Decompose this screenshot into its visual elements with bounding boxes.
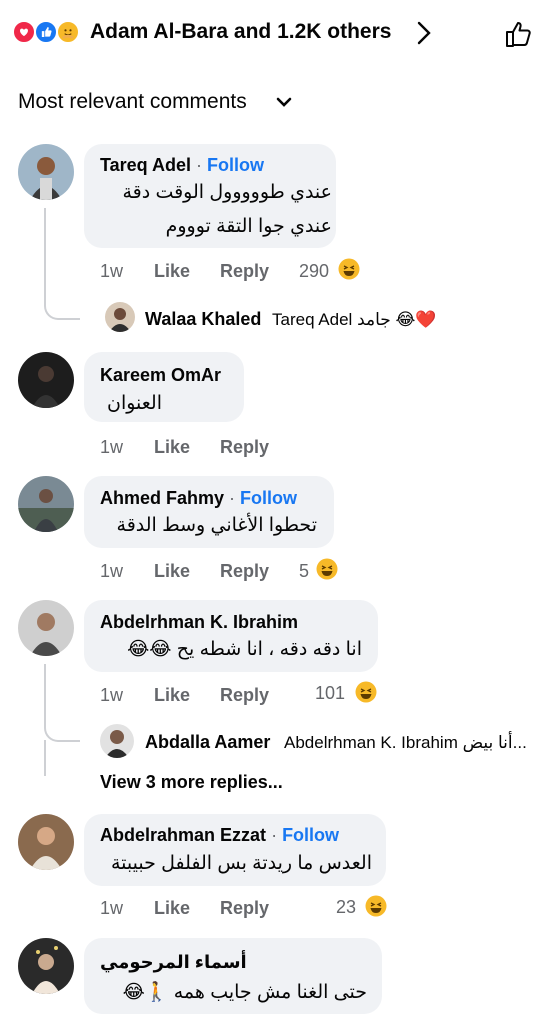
chevron-right-icon[interactable] (415, 20, 433, 46)
comment-time: 1w (100, 261, 124, 281)
love-reaction-icon (12, 20, 36, 44)
comment-author[interactable]: Ahmed Fahmy (100, 488, 224, 508)
comment-text-line: العدس ما ريدتة بس الفلفل حبيبتة (110, 853, 372, 874)
comment-text-line: العنوان (106, 393, 162, 414)
reply-button[interactable]: Reply (220, 437, 269, 458)
like-button[interactable]: Like (154, 437, 190, 458)
comment-time: 1w (100, 561, 124, 581)
comment-time: 1w (100, 898, 124, 918)
comment-time: 1w (100, 437, 124, 457)
comment-author[interactable]: Abdelrahman Ezzat (100, 825, 266, 845)
follow-button[interactable]: Follow (282, 825, 339, 845)
avatar[interactable] (18, 352, 74, 408)
view-more-replies-link[interactable]: View 3 more replies... (100, 772, 283, 793)
reply-button[interactable]: Reply (220, 898, 269, 919)
thread-line (44, 664, 80, 742)
avatar[interactable] (18, 814, 74, 870)
avatar[interactable] (105, 302, 135, 332)
reaction-count[interactable]: 101 (315, 683, 345, 704)
comment-author[interactable]: أسماء المرحومي (100, 952, 247, 973)
comment-time: 1w (100, 685, 124, 705)
like-reaction-icon (34, 20, 58, 44)
follow-button[interactable]: Follow (240, 488, 297, 508)
comment-text-line: عندي جوا التقة توووم (165, 216, 332, 237)
comment-text-line: تحطوا الأغاني وسط الدقة (116, 515, 317, 536)
avatar[interactable] (18, 476, 74, 532)
sort-comments-dropdown[interactable]: Most relevant comments (18, 90, 247, 114)
reply-button[interactable]: Reply (220, 561, 269, 582)
reaction-count[interactable]: 290 (299, 261, 329, 282)
care-reaction-icon (56, 20, 80, 44)
follow-button[interactable]: Follow (207, 155, 264, 175)
reactions-summary[interactable]: Adam Al-Bara and 1.2K others (90, 20, 391, 44)
avatar[interactable] (18, 600, 74, 656)
chevron-down-icon[interactable] (276, 93, 292, 111)
comment-author[interactable]: Tareq Adel (100, 155, 191, 175)
reply-text: Abdelrhman K. Ibrahim أنا بيض... (284, 733, 527, 752)
comment-text-line: انا دقه دقه ، انا شطه يح 😂😂 (127, 639, 362, 660)
reaction-count[interactable]: 5 (299, 561, 309, 582)
comment-author[interactable]: Abdelrhman K. Ibrahim (100, 612, 298, 633)
comment-text-line: عندي طووووول الوقت دقة (122, 182, 332, 203)
reactions-bar[interactable]: Adam Al-Bara and 1.2K others (0, 0, 557, 70)
like-button[interactable]: Like (154, 561, 190, 582)
haha-reaction-icon (355, 681, 377, 703)
reply-text: Tareq Adel جامد 😂❤️ (272, 310, 437, 329)
haha-reaction-icon (365, 895, 387, 917)
avatar[interactable] (18, 144, 74, 200)
thread-line (44, 740, 46, 776)
comment-author[interactable]: Kareem OmAr (100, 365, 221, 386)
avatar[interactable] (18, 938, 74, 994)
thread-line (44, 208, 80, 320)
comment-text-line: حتى الغنا مش جايب همه 🚶😂 (122, 982, 367, 1003)
like-button[interactable]: Like (154, 898, 190, 919)
haha-reaction-icon (316, 558, 338, 580)
haha-reaction-icon (338, 258, 360, 280)
reply-button[interactable]: Reply (220, 261, 269, 282)
avatar[interactable] (100, 724, 134, 758)
reply-author[interactable]: Walaa Khaled (145, 309, 261, 330)
reply-button[interactable]: Reply (220, 685, 269, 706)
comment-bubble (84, 476, 334, 548)
like-button[interactable]: Like (154, 685, 190, 706)
reaction-count[interactable]: 23 (336, 897, 356, 918)
reply-author[interactable]: Abdalla Aamer (145, 732, 270, 753)
like-button-icon[interactable] (503, 18, 535, 50)
comment-bubble (84, 600, 378, 672)
like-button[interactable]: Like (154, 261, 190, 282)
